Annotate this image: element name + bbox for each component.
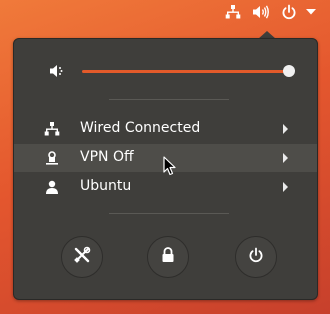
mouse-cursor-icon — [163, 156, 177, 180]
chevron-right-icon — [283, 153, 288, 163]
menu-item-label: Wired Connected — [80, 120, 201, 136]
volume-slider-track[interactable] — [82, 70, 289, 73]
power-off-icon — [248, 247, 264, 267]
menu-item-label: Ubuntu — [80, 178, 132, 194]
chevron-right-icon — [283, 124, 288, 134]
user-icon — [44, 179, 60, 195]
lock-icon — [161, 247, 175, 267]
power-off-button[interactable] — [235, 236, 277, 278]
menu-item-wired[interactable]: Wired Connected — [14, 115, 317, 143]
separator — [109, 213, 229, 214]
lock-button[interactable] — [147, 236, 189, 278]
chevron-right-icon — [283, 182, 288, 192]
chevron-down-icon[interactable] — [304, 2, 318, 22]
settings-icon — [73, 246, 91, 268]
vpn-lock-icon — [44, 150, 60, 166]
top-panel — [0, 0, 330, 26]
volume-slider-knob[interactable] — [283, 65, 295, 77]
separator — [109, 99, 229, 100]
network-wired-icon — [44, 121, 60, 137]
volume-icon — [49, 63, 65, 83]
power-icon[interactable] — [280, 2, 298, 22]
settings-button[interactable] — [61, 236, 103, 278]
network-wired-icon[interactable] — [223, 2, 243, 22]
volume-icon[interactable] — [250, 2, 272, 22]
menu-item-label: VPN Off — [80, 149, 134, 165]
